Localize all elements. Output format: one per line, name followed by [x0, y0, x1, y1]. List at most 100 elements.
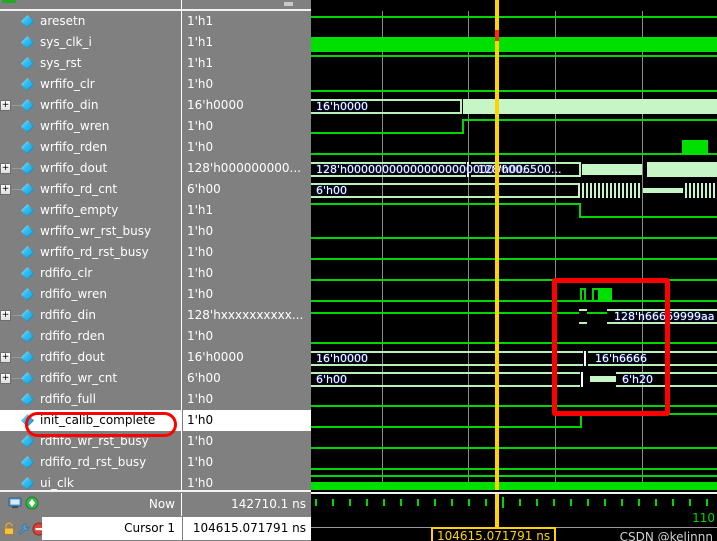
plus-expander-icon[interactable] — [0, 184, 11, 195]
signal-row[interactable]: wrfifo_empty 1'h1 — [0, 200, 311, 221]
signal-row[interactable]: rdfifo_wren 1'h0 — [0, 284, 311, 305]
waveform-canvas[interactable]: 16'h0000 128'h0000000000000000000000000.… — [311, 0, 717, 541]
signal-row[interactable]: wrfifo_dout 128'h000000000... — [0, 158, 311, 179]
signal-list-panel[interactable]: aresetn 1'h1 sys_clk_i 1'h1 sys_rst 1'h1 wrfif… — [0, 0, 311, 490]
signal-name-cell[interactable]: rdfifo_wr_rst_busy — [0, 431, 182, 452]
signal-name-cell[interactable]: ui_clk — [0, 473, 182, 490]
bus-transition — [584, 351, 586, 366]
signal-value-cell[interactable]: 1'h0 — [183, 221, 311, 242]
signal-row[interactable]: rdfifo_wr_cnt 6'h00 — [0, 368, 311, 389]
signal-value-cell[interactable]: 1'h0 — [183, 389, 311, 410]
signal-low — [311, 468, 717, 470]
signal-row[interactable]: wrfifo_rd_rst_busy 1'h0 — [0, 242, 311, 263]
plus-expander-icon[interactable] — [0, 352, 11, 363]
signal-row[interactable]: sys_clk_i 1'h1 — [0, 32, 311, 53]
cursor-marker[interactable] — [495, 0, 499, 490]
signal-name-cell[interactable]: wrfifo_wren — [0, 116, 182, 137]
signal-name-cell[interactable]: init_calib_complete — [0, 410, 182, 431]
signal-name-cell[interactable]: rdfifo_dout — [0, 347, 182, 368]
ruler-tick — [417, 499, 419, 506]
signal-name-cell[interactable]: wrfifo_din — [0, 95, 182, 116]
signal-row[interactable]: init_calib_complete 1'h0 — [0, 410, 311, 431]
signal-row[interactable]: wrfifo_wr_rst_busy 1'h0 — [0, 221, 311, 242]
signal-row[interactable]: rdfifo_clr 1'h0 — [0, 263, 311, 284]
signal-row[interactable]: wrfifo_wren 1'h0 — [0, 116, 311, 137]
signal-row[interactable]: rdfifo_full 1'h0 — [0, 389, 311, 410]
signal-value-cell[interactable]: 1'h1 — [183, 32, 311, 53]
signal-value-cell[interactable]: 128'hxxxxxxxxxx... — [183, 305, 311, 326]
signal-row[interactable]: rdfifo_rden 1'h0 — [0, 326, 311, 347]
plus-expander-icon[interactable] — [0, 310, 11, 321]
signal-name-cell[interactable]: rdfifo_full — [0, 389, 182, 410]
diamond-icon — [21, 36, 34, 49]
signal-value: 1'h1 — [187, 56, 214, 70]
lock-icon[interactable] — [2, 521, 16, 535]
signal-low — [311, 153, 717, 155]
rising-edge — [580, 413, 582, 428]
signal-name-cell[interactable]: wrfifo_empty — [0, 200, 182, 221]
signal-row[interactable]: wrfifo_clr 1'h0 — [0, 74, 311, 95]
signal-value-cell[interactable]: 1'h1 — [183, 53, 311, 74]
time-ruler[interactable]: 104615.071791 ns 110 CSDN @kelinnn — [311, 492, 717, 541]
signal-value-cell[interactable]: 1'h0 — [183, 431, 311, 452]
signal-name: wrfifo_dout — [40, 161, 108, 175]
diamond-icon — [21, 183, 34, 196]
signal-value-cell[interactable]: 1'h0 — [183, 326, 311, 347]
signal-name-cell[interactable]: wrfifo_clr — [0, 74, 182, 95]
signal-name-cell[interactable]: aresetn — [0, 11, 182, 32]
signal-value-cell[interactable]: 16'h0000 — [183, 95, 311, 116]
signal-name-cell[interactable]: rdfifo_wr_cnt — [0, 368, 182, 389]
signal-name-cell[interactable]: rdfifo_rd_rst_busy — [0, 452, 182, 473]
signal-name-cell[interactable]: rdfifo_wren — [0, 284, 182, 305]
plus-expander-icon[interactable] — [0, 373, 11, 384]
signal-value-cell[interactable]: 1'h1 — [183, 200, 311, 221]
signal-name-cell[interactable]: rdfifo_din — [0, 305, 182, 326]
signal-row[interactable]: rdfifo_rd_rst_busy 1'h0 — [0, 452, 311, 473]
signal-value-cell[interactable]: 1'h0 — [183, 263, 311, 284]
signal-value-cell[interactable]: 1'h0 — [183, 473, 311, 490]
signal-value-cell[interactable]: 1'h0 — [183, 242, 311, 263]
signal-name-cell[interactable]: wrfifo_rd_cnt — [0, 179, 182, 200]
signal-row[interactable]: rdfifo_din 128'hxxxxxxxxxx... — [0, 305, 311, 326]
signal-name-cell[interactable]: wrfifo_rden — [0, 137, 182, 158]
signal-row[interactable]: wrfifo_rden 1'h0 — [0, 137, 311, 158]
signal-name-cell[interactable]: rdfifo_rden — [0, 326, 182, 347]
signal-name-cell[interactable]: sys_clk_i — [0, 32, 182, 53]
signal-value-cell[interactable]: 128'h000000000... — [183, 158, 311, 179]
signal-name-cell[interactable]: sys_rst — [0, 53, 182, 74]
cursor-ruler-marker[interactable] — [495, 494, 499, 527]
signal-value-cell[interactable]: 1'h0 — [183, 116, 311, 137]
ruler-tick — [604, 499, 606, 506]
plus-expander-icon[interactable] — [0, 163, 11, 174]
ruler-tick — [434, 499, 436, 506]
signal-value-cell[interactable]: 16'h0000 — [183, 347, 311, 368]
pulse-burst — [598, 288, 612, 302]
wrench-icon[interactable] — [17, 521, 31, 535]
signal-value-cell[interactable]: 1'h0 — [183, 137, 311, 158]
wave-row-rdfifo-dout: 16'h0000 16'h6666 — [311, 347, 717, 368]
signal-value-cell[interactable]: 6'h00 — [183, 368, 311, 389]
signal-value-cell[interactable]: 1'h0 — [183, 74, 311, 95]
signal-value-cell[interactable]: 1'h0 — [183, 410, 311, 431]
bus-rapid-transitions — [685, 183, 717, 198]
wave-row-aresetn — [311, 11, 717, 32]
signal-name-cell[interactable]: wrfifo_wr_rst_busy — [0, 221, 182, 242]
plus-expander-icon[interactable] — [0, 100, 11, 111]
signal-name-cell[interactable]: wrfifo_dout — [0, 158, 182, 179]
signal-row[interactable]: aresetn 1'h1 — [0, 11, 311, 32]
signal-row[interactable]: rdfifo_dout 16'h0000 — [0, 347, 311, 368]
signal-value-cell[interactable]: 6'h00 — [183, 179, 311, 200]
signal-name-cell[interactable]: rdfifo_clr — [0, 263, 182, 284]
wave-row-sys-rst — [311, 53, 717, 74]
signal-value-cell[interactable]: 1'h0 — [183, 284, 311, 305]
signal-row[interactable]: sys_rst 1'h1 — [0, 53, 311, 74]
signal-row[interactable]: wrfifo_rd_cnt 6'h00 — [0, 179, 311, 200]
signal-value: 1'h0 — [187, 140, 214, 154]
signal-row[interactable]: wrfifo_din 16'h0000 — [0, 95, 311, 116]
signal-value-cell[interactable]: 1'h1 — [183, 11, 311, 32]
wave-row-sys-clk-i — [311, 32, 717, 53]
signal-row[interactable]: rdfifo_wr_rst_busy 1'h0 — [0, 431, 311, 452]
signal-name-cell[interactable]: wrfifo_rd_rst_busy — [0, 242, 182, 263]
signal-row[interactable]: ui_clk 1'h0 — [0, 473, 311, 490]
signal-value-cell[interactable]: 1'h0 — [183, 452, 311, 473]
